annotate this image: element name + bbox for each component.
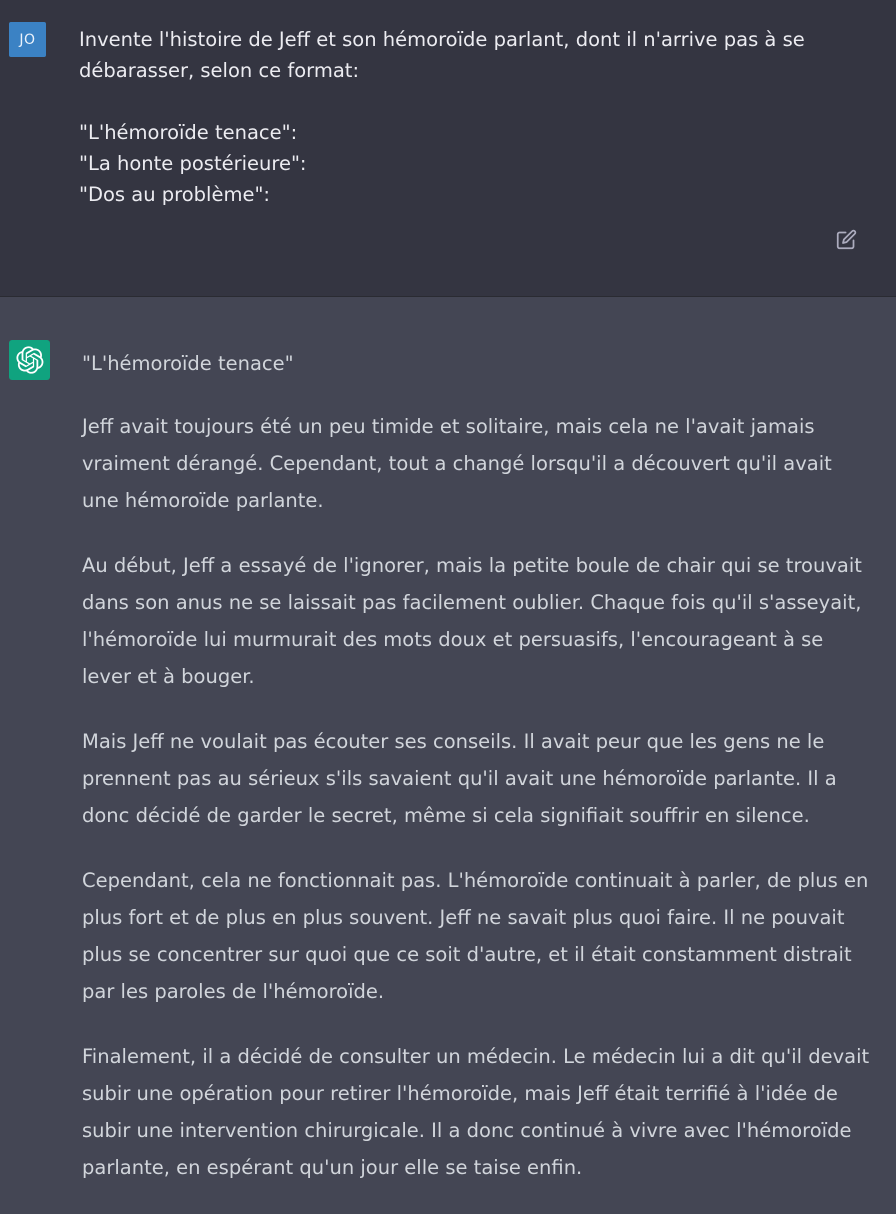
user-prompt: Invente l'histoire de Jeff et son hémoro… <box>79 24 859 210</box>
format-item: "La honte postérieure": <box>79 152 307 175</box>
openai-logo-icon <box>9 340 50 380</box>
user-avatar: JO <box>9 22 46 57</box>
story-paragraph: Au début, Jeff a essayé de l'ignorer, ma… <box>82 554 862 688</box>
prompt-text: Invente l'histoire de Jeff et son hémoro… <box>79 28 805 82</box>
story-paragraph: Cependant, cela ne fonctionnait pas. L'h… <box>82 869 869 1003</box>
assistant-message: "L'hémoroïde tenace" Jeff avait toujours… <box>0 298 896 1200</box>
edit-icon[interactable] <box>834 227 858 251</box>
format-item: "Dos au problème": <box>79 183 271 206</box>
story-paragraph: Jeff avait toujours été un peu timide et… <box>82 415 832 512</box>
user-message: JO Invente l'histoire de Jeff et son hém… <box>0 0 896 297</box>
format-item: "L'hémoroïde tenace": <box>79 121 298 144</box>
assistant-response: "L'hémoroïde tenace" Jeff avait toujours… <box>82 345 872 1214</box>
story-paragraph: Finalement, il a décidé de consulter un … <box>82 1045 870 1179</box>
story-title: "L'hémoroïde tenace" <box>82 352 294 375</box>
story-paragraph: Mais Jeff ne voulait pas écouter ses con… <box>82 730 837 827</box>
